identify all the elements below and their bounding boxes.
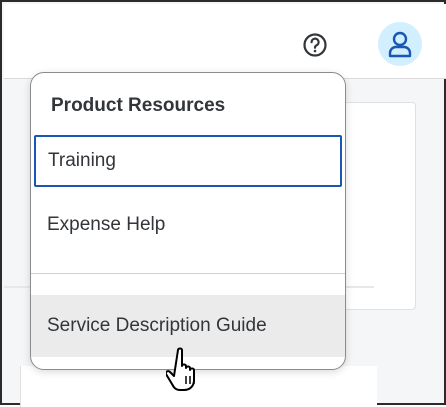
shell-bar <box>4 4 446 79</box>
menu-divider <box>31 273 345 274</box>
menu-item-expense-help[interactable]: Expense Help <box>31 197 345 253</box>
menu-item-label: Service Description Guide <box>47 315 267 336</box>
hand-pointer-icon <box>166 347 195 391</box>
question-circle-icon <box>303 33 327 57</box>
menu-item-label: Training <box>48 150 116 171</box>
menu-item-training[interactable]: Training <box>34 135 342 187</box>
menu-item-label: Expense Help <box>47 214 166 235</box>
person-icon <box>388 31 412 58</box>
product-resources-menu: Product Resources Training Expense Help … <box>30 72 346 370</box>
menu-title: Product Resources <box>51 95 226 116</box>
user-avatar-button[interactable] <box>378 22 422 66</box>
help-button[interactable] <box>300 30 330 60</box>
